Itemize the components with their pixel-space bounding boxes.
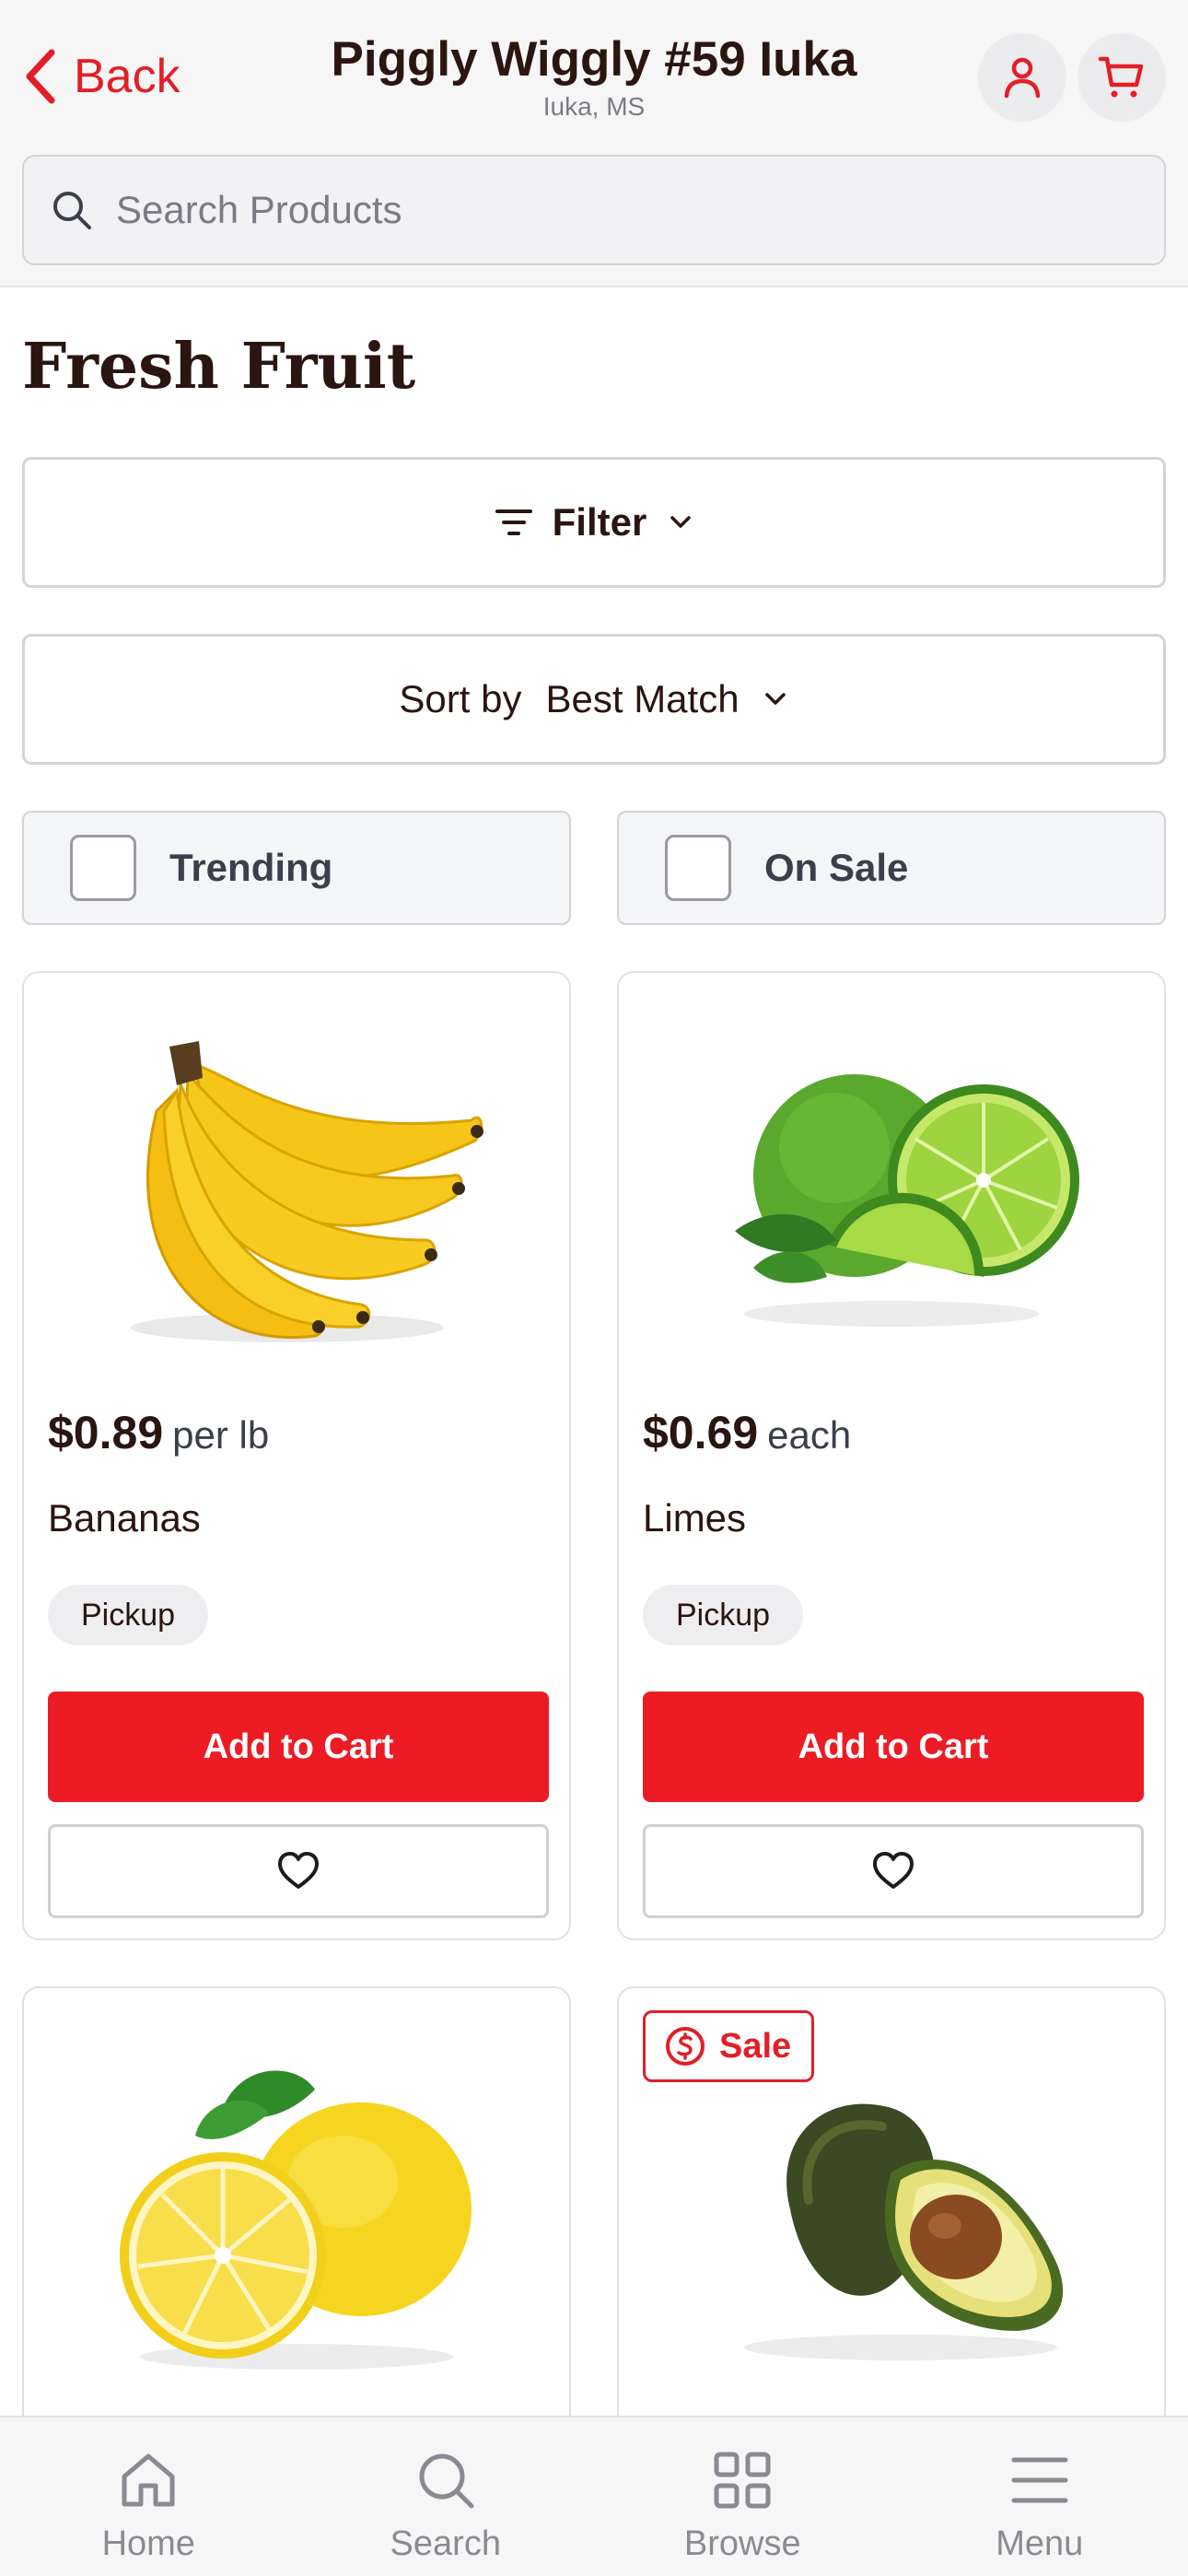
price-value: $0.69 xyxy=(643,1407,759,1458)
nav-menu[interactable]: Menu xyxy=(891,2418,1188,2576)
filter-button[interactable]: Filter xyxy=(22,457,1166,588)
lemon-image[interactable] xyxy=(85,2025,508,2394)
favorite-button[interactable] xyxy=(643,1824,1144,1918)
search-icon xyxy=(419,2453,474,2509)
product-name[interactable]: Bananas xyxy=(48,1496,201,1540)
search-bar[interactable] xyxy=(22,155,1166,265)
chevron-down-icon xyxy=(764,693,786,705)
favorite-button[interactable] xyxy=(48,1824,549,1918)
app-header: Back Piggly Wiggly #59 Iuka Iuka, MS xyxy=(0,0,1188,287)
nav-browse[interactable]: Browse xyxy=(594,2418,891,2576)
on-sale-toggle[interactable]: On Sale xyxy=(617,811,1166,925)
product-card[interactable]: $0.69 each Limes Pickup Add to Cart xyxy=(617,971,1166,1940)
on-sale-checkbox[interactable] xyxy=(665,835,731,901)
dollar-badge-icon xyxy=(666,2027,705,2066)
product-name[interactable]: Limes xyxy=(643,1496,746,1540)
product-price: $0.89 per lb xyxy=(48,1406,269,1459)
nav-menu-label: Menu xyxy=(996,2524,1084,2563)
nav-browse-label: Browse xyxy=(683,2524,801,2563)
page-title: Fresh Fruit xyxy=(22,330,416,404)
filter-icon xyxy=(495,509,532,535)
on-sale-label: On Sale xyxy=(764,846,909,889)
chevron-down-icon xyxy=(670,516,692,528)
price-unit: each xyxy=(767,1413,852,1457)
search-icon xyxy=(53,192,91,229)
nav-home[interactable]: Home xyxy=(0,2418,297,2576)
add-to-cart-button[interactable]: Add to Cart xyxy=(48,1692,549,1802)
home-icon xyxy=(122,2453,175,2507)
nav-home-label: Home xyxy=(101,2524,195,2563)
add-to-cart-button[interactable]: Add to Cart xyxy=(643,1692,1144,1802)
lime-image[interactable] xyxy=(680,1010,1103,1378)
filter-label: Filter xyxy=(552,500,647,544)
heart-icon xyxy=(873,1852,914,1889)
trending-checkbox[interactable] xyxy=(70,835,136,901)
pickup-tag: Pickup xyxy=(643,1585,804,1645)
price-unit: per lb xyxy=(172,1413,270,1457)
sale-badge: Sale xyxy=(643,2010,815,2082)
bottom-navigation: Home Search Browse Menu xyxy=(0,2416,1188,2576)
nav-search[interactable]: Search xyxy=(297,2418,595,2576)
sort-value: Best Match xyxy=(545,677,740,720)
sale-label: Sale xyxy=(719,2026,792,2066)
cart-icon xyxy=(1098,56,1144,98)
trending-toggle[interactable]: Trending xyxy=(22,811,571,925)
account-button[interactable] xyxy=(978,33,1066,122)
trending-label: Trending xyxy=(169,846,333,889)
sort-prefix: Sort by xyxy=(399,677,522,720)
banana-image[interactable] xyxy=(85,1010,508,1378)
nav-search-label: Search xyxy=(390,2524,501,2563)
product-card[interactable]: $0.89 per lb Bananas Pickup Add to Cart xyxy=(22,971,571,1940)
user-icon xyxy=(1004,57,1041,99)
sort-dropdown[interactable]: Sort by Best Match xyxy=(22,634,1166,765)
heart-icon xyxy=(278,1852,319,1889)
cart-button[interactable] xyxy=(1077,33,1166,122)
product-price: $0.69 each xyxy=(643,1406,851,1459)
grid-icon xyxy=(714,2452,771,2509)
menu-icon xyxy=(1011,2457,1068,2503)
price-value: $0.89 xyxy=(48,1407,164,1458)
pickup-tag: Pickup xyxy=(48,1585,209,1645)
search-input[interactable] xyxy=(116,188,1083,232)
